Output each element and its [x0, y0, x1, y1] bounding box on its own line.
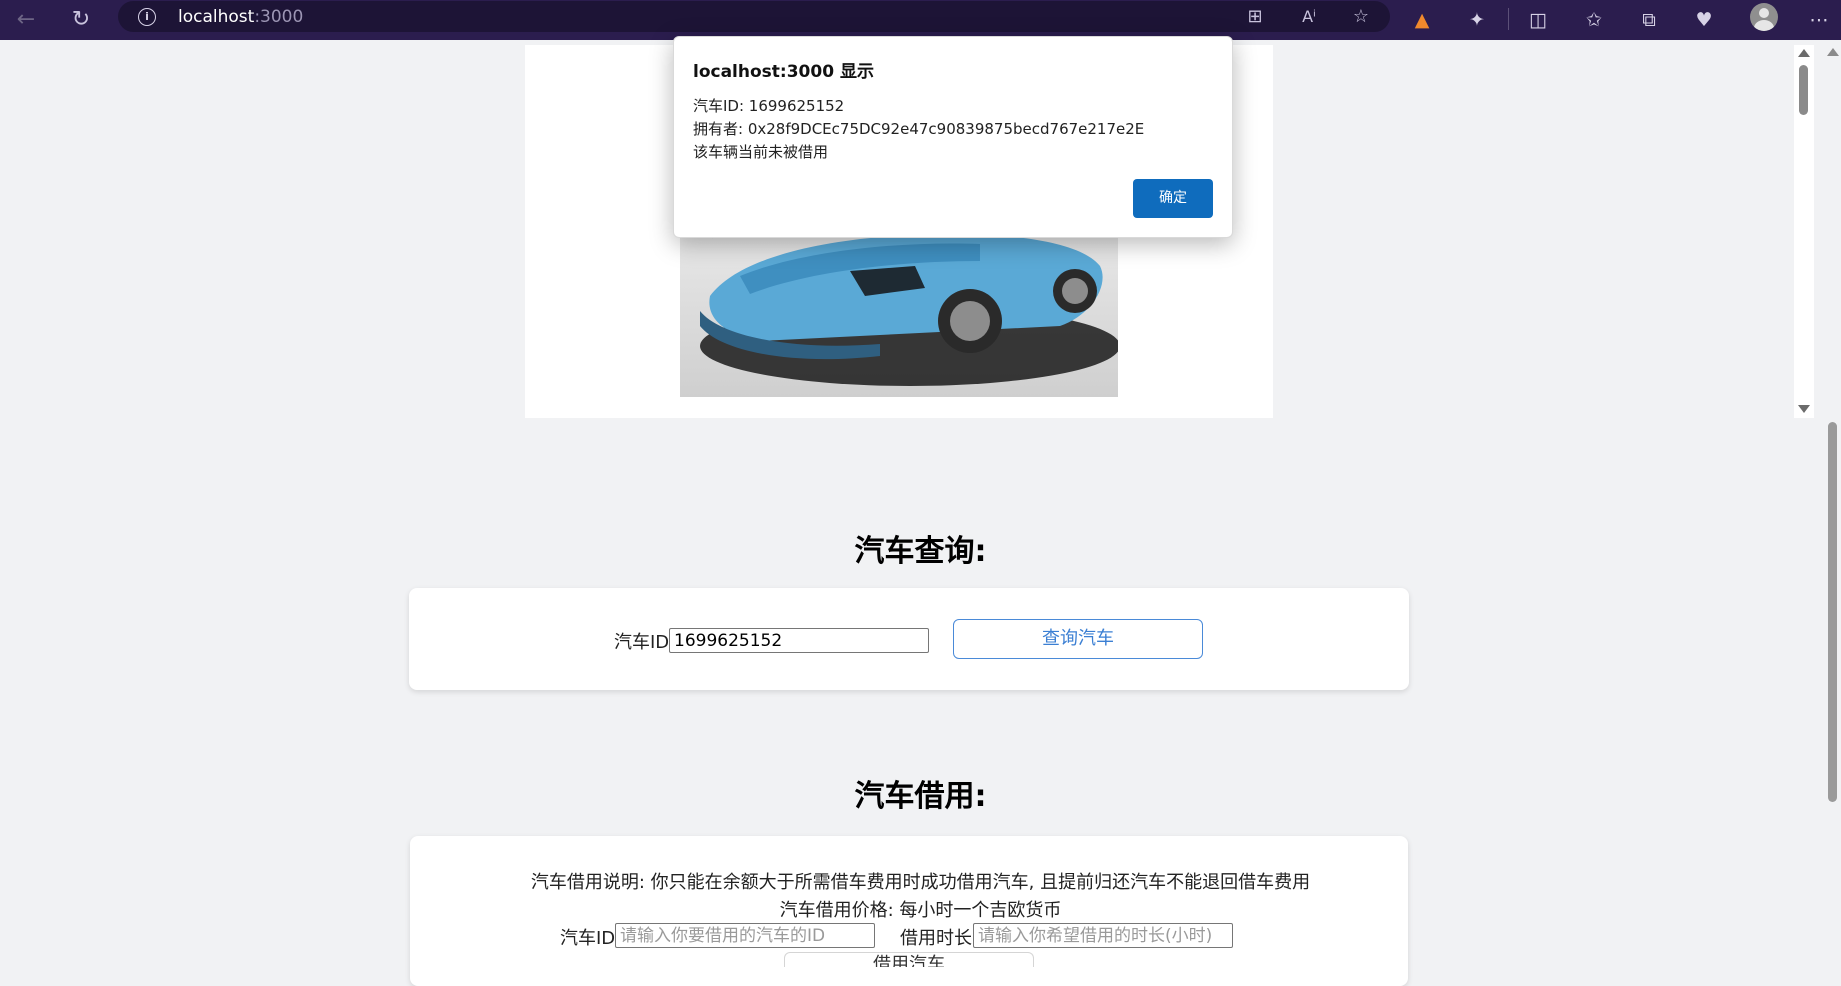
url-text: localhost:3000: [178, 7, 303, 27]
borrow-description: 汽车借用说明: 你只能在余额大于所需借车费用时成功借用汽车, 且提前归还汽车不能…: [530, 872, 1311, 893]
heartbeat-icon[interactable]: ♥: [1690, 6, 1718, 34]
borrow-duration-input[interactable]: [973, 923, 1233, 948]
page-scroll-up-icon[interactable]: [1827, 48, 1839, 56]
query-id-label: 汽车ID:: [614, 632, 676, 653]
page-scroll-thumb[interactable]: [1828, 422, 1837, 802]
frame-scrollbar[interactable]: [1794, 45, 1814, 418]
avatar[interactable]: [1750, 3, 1778, 31]
frame-scroll-thumb[interactable]: [1799, 65, 1808, 115]
site-info-icon[interactable]: i: [138, 8, 156, 26]
metamask-fox-icon[interactable]: ▲: [1408, 6, 1436, 34]
read-aloud-icon[interactable]: Aⁱ: [1298, 6, 1320, 28]
favorites-icon[interactable]: ✩: [1580, 6, 1608, 34]
address-bar[interactable]: i localhost:3000 ⊞ Aⁱ ☆: [118, 1, 1390, 32]
query-card: 汽车ID: 查询汽车: [409, 588, 1409, 690]
query-id-input[interactable]: [669, 628, 929, 653]
toolbar-divider: [1508, 8, 1509, 30]
split-screen-icon[interactable]: ◫: [1524, 6, 1552, 34]
borrow-car-button[interactable]: 借用汽车: [784, 952, 1034, 967]
page-scrollbar[interactable]: [1823, 40, 1841, 967]
query-heading: 汽车查询:: [854, 534, 987, 569]
url-host: localhost: [178, 7, 255, 27]
back-arrow-icon[interactable]: ←: [12, 6, 40, 34]
borrow-car-button-label: 借用汽车: [873, 954, 945, 967]
borrow-id-label: 汽车ID:: [560, 928, 622, 949]
puzzle-icon[interactable]: ✦: [1463, 6, 1491, 34]
browser-toolbar: ← ↻ i localhost:3000 ⊞ Aⁱ ☆ ▲ ✦ ◫ ✩ ⧉ ♥ …: [0, 0, 1841, 40]
dialog-ok-button[interactable]: 确定: [1133, 179, 1213, 218]
dialog-status: 该车辆当前未被借用: [693, 143, 829, 161]
alert-dialog: localhost:3000 显示 汽车ID: 1699625152 拥有者: …: [673, 36, 1233, 238]
refresh-icon[interactable]: ↻: [67, 6, 95, 34]
url-port: :3000: [254, 7, 304, 27]
dialog-owner: 拥有者: 0x28f9DCEc75DC92e47c90839875becd767…: [693, 120, 1145, 138]
scroll-down-arrow-icon[interactable]: [1798, 405, 1810, 413]
more-menu-icon[interactable]: ⋯: [1805, 6, 1833, 34]
scroll-up-arrow-icon[interactable]: [1798, 49, 1810, 57]
dialog-title: localhost:3000 显示: [693, 62, 874, 82]
borrow-id-input[interactable]: [615, 923, 875, 948]
borrow-heading: 汽车借用:: [854, 779, 987, 814]
borrow-price: 汽车借用价格: 每小时一个吉欧货币: [779, 900, 1062, 921]
collections-icon[interactable]: ⧉: [1635, 6, 1663, 34]
car-image: [680, 216, 1118, 397]
star-icon[interactable]: ☆: [1350, 6, 1372, 28]
dialog-car-id: 汽车ID: 1699625152: [693, 97, 845, 115]
query-car-button[interactable]: 查询汽车: [953, 619, 1203, 659]
app-grid-icon[interactable]: ⊞: [1244, 6, 1266, 28]
borrow-duration-label: 借用时长:: [900, 928, 979, 949]
